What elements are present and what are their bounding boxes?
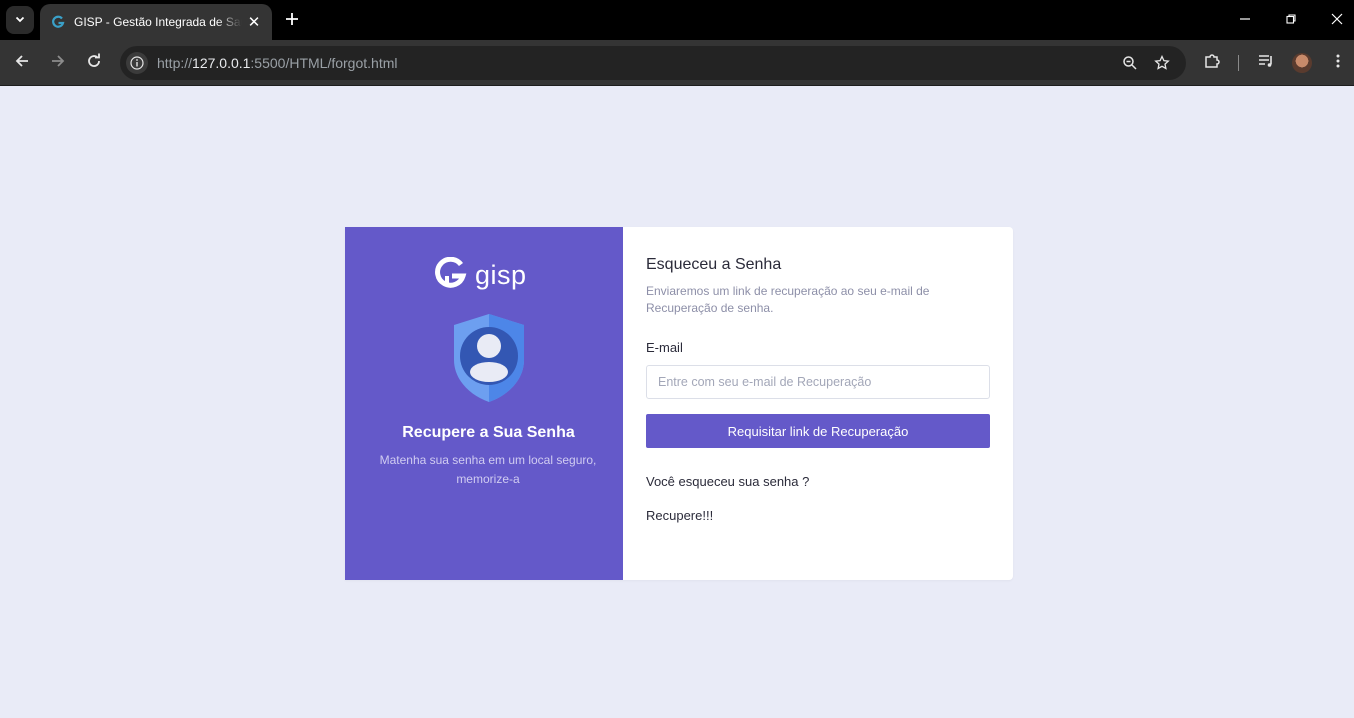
site-info-icon[interactable]	[126, 52, 148, 74]
forward-button[interactable]	[46, 51, 70, 75]
puzzle-icon	[1203, 52, 1221, 75]
arrow-left-icon	[14, 53, 30, 74]
plus-icon	[285, 9, 299, 32]
back-button[interactable]	[10, 51, 34, 75]
shield-user-icon	[452, 312, 526, 409]
reload-icon	[86, 53, 102, 74]
minimize-button[interactable]	[1233, 8, 1257, 32]
request-recovery-link-button[interactable]: Requisitar link de Recuperação	[646, 414, 990, 448]
recover-link[interactable]: Recupere!!!	[646, 508, 713, 523]
browser-tab-bar: GISP - Gestão Integrada de Saúde ✕	[0, 0, 1354, 40]
more-vertical-icon	[1330, 53, 1346, 74]
browser-tab[interactable]: GISP - Gestão Integrada de Saúde ✕	[40, 4, 272, 40]
recovery-form: Esqueceu a Senha Enviaremos um link de r…	[623, 227, 1013, 580]
arrow-right-icon	[50, 53, 66, 74]
media-control-button[interactable]	[1254, 51, 1278, 75]
zoom-icon[interactable]	[1118, 51, 1142, 75]
media-queue-icon	[1257, 52, 1275, 75]
left-panel-subtitle: Matenha sua senha em um local seguro, me…	[379, 453, 597, 486]
restore-button[interactable]	[1279, 8, 1303, 32]
tab-search-button[interactable]	[6, 6, 34, 34]
tab-close-icon[interactable]: ✕	[246, 13, 262, 31]
browser-menu-button[interactable]	[1326, 51, 1350, 75]
gisp-g-icon	[433, 256, 467, 294]
form-description: Enviaremos um link de recuperação ao seu…	[646, 284, 930, 315]
bookmark-star-icon[interactable]	[1150, 51, 1174, 75]
close-icon	[1331, 12, 1343, 28]
form-title: Esqueceu a Senha	[646, 256, 782, 273]
address-bar[interactable]: http://127.0.0.1:5500/HTML/forgot.html	[120, 46, 1186, 80]
gisp-logo: gisp	[433, 256, 527, 294]
chevron-down-icon	[14, 13, 26, 28]
extensions-button[interactable]	[1200, 51, 1224, 75]
gisp-favicon-icon	[50, 14, 66, 30]
email-input[interactable]	[646, 365, 990, 399]
left-panel-title: Recupere a Sua Senha	[402, 424, 575, 441]
browser-toolbar: http://127.0.0.1:5500/HTML/forgot.html	[0, 40, 1354, 86]
email-label: E-mail	[646, 340, 683, 355]
profile-avatar[interactable]	[1292, 53, 1312, 73]
new-tab-button[interactable]	[280, 8, 304, 32]
logo-text: gisp	[475, 260, 527, 290]
tab-title: GISP - Gestão Integrada de Saúde	[74, 15, 242, 29]
reload-button[interactable]	[82, 51, 106, 75]
minimize-icon	[1239, 12, 1251, 28]
forgot-password-card: gisp Recupere a Sua Senha Matenha sua se…	[345, 227, 1013, 580]
url-text: http://127.0.0.1:5500/HTML/forgot.html	[157, 55, 398, 71]
restore-icon	[1285, 12, 1297, 28]
forgot-question-text: Você esqueceu sua senha ?	[646, 474, 810, 489]
close-window-button[interactable]	[1325, 8, 1349, 32]
left-panel: gisp Recupere a Sua Senha Matenha sua se…	[345, 227, 623, 580]
toolbar-divider	[1238, 55, 1239, 71]
